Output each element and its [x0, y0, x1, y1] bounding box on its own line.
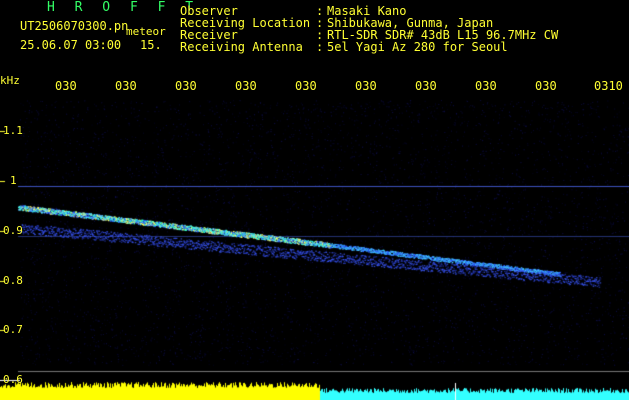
y-tick-label: 0.9 — [3, 224, 23, 237]
filename: UT2506070300.pn — [20, 19, 129, 33]
y-tick-label: 1.1 — [3, 124, 23, 137]
x-tick-label: 030 — [355, 79, 377, 93]
y-axis-unit: kHz — [0, 74, 20, 87]
x-tick-label: 030 — [55, 79, 77, 93]
x-tick-label: 030 — [415, 79, 437, 93]
field-label-antenna: Receiving Antenna — [180, 40, 303, 54]
y-tick-label: 0.8 — [3, 274, 23, 287]
y-tick-label: 0.7 — [3, 323, 23, 336]
x-tick-label: 030 — [535, 79, 557, 93]
x-tick-label: 030 — [115, 79, 137, 93]
x-tick-label: 030 — [235, 79, 257, 93]
x-tick-label: 0310 — [594, 79, 623, 93]
x-tick-label: 030 — [175, 79, 197, 93]
x-tick-label: 030 — [475, 79, 497, 93]
field-value-antenna: 5el Yagi Az 280 for Seoul — [327, 40, 508, 54]
meteor-tag: meteor — [126, 25, 166, 38]
datetime: 25.06.07 03:00 — [20, 38, 122, 52]
spectrogram-canvas — [0, 0, 629, 400]
frame-number: 15. — [140, 38, 162, 52]
brand-title: H R O F F T — [47, 0, 200, 15]
y-tick-label: 1 — [10, 174, 17, 187]
field-sep: : — [316, 40, 324, 54]
y-tick-label: 0.6 — [3, 373, 23, 386]
x-tick-label: 030 — [295, 79, 317, 93]
